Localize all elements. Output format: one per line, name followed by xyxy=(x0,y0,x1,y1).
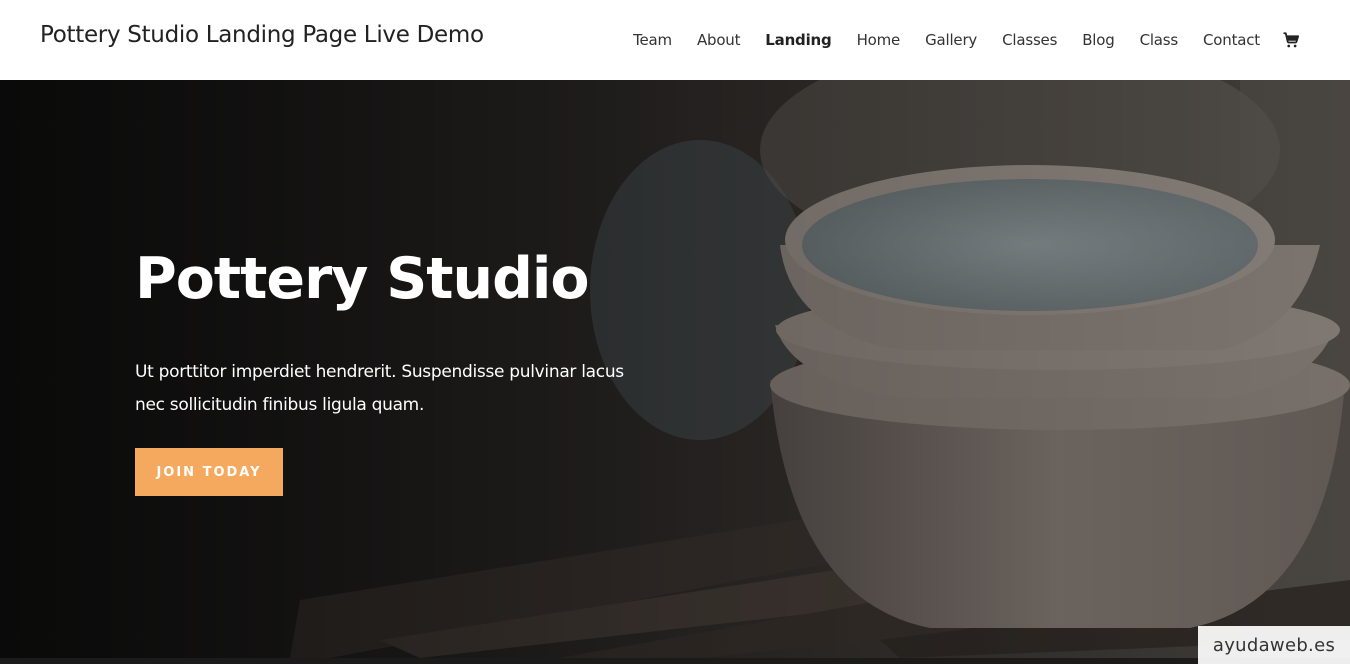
site-header: Pottery Studio Landing Page Live Demo Te… xyxy=(0,0,1350,80)
nav-item-contact[interactable]: Contact xyxy=(1203,31,1260,49)
nav-item-blog[interactable]: Blog xyxy=(1082,31,1115,49)
hero-section: Pottery Studio Ut porttitor imperdiet he… xyxy=(0,80,1350,658)
join-today-button[interactable]: JOIN TODAY xyxy=(135,448,283,496)
nav-item-classes[interactable]: Classes xyxy=(1002,31,1057,49)
hero-description: Ut porttitor imperdiet hendrerit. Suspen… xyxy=(135,362,624,415)
nav-item-class[interactable]: Class xyxy=(1140,31,1179,49)
nav-item-about[interactable]: About xyxy=(697,31,741,49)
hero-title: Pottery Studio xyxy=(135,246,590,312)
site-title[interactable]: Pottery Studio Landing Page Live Demo xyxy=(40,22,484,48)
main-nav: Team About Landing Home Gallery Classes … xyxy=(608,29,1300,51)
bottom-bar xyxy=(0,658,1350,664)
nav-item-home[interactable]: Home xyxy=(857,31,901,49)
watermark: ayudaweb.es xyxy=(1198,626,1350,664)
nav-item-landing[interactable]: Landing xyxy=(765,31,831,49)
shopping-cart-icon[interactable] xyxy=(1282,31,1300,49)
nav-item-gallery[interactable]: Gallery xyxy=(925,31,977,49)
nav-item-team[interactable]: Team xyxy=(633,31,672,49)
